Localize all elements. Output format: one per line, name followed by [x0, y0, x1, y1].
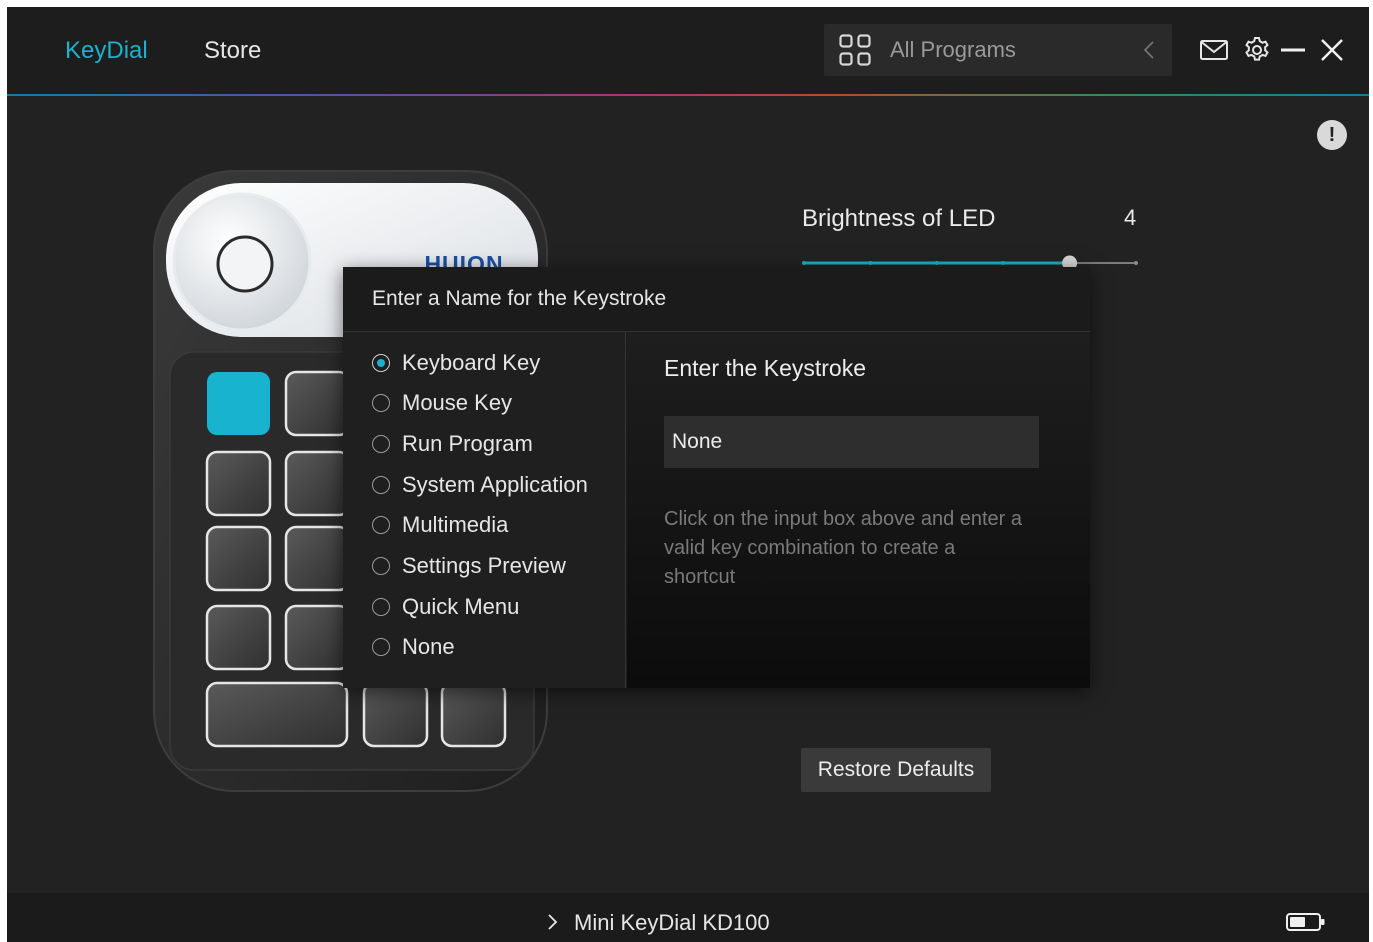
minimize-icon[interactable]	[1278, 35, 1308, 65]
radio-unchecked-icon	[372, 598, 390, 616]
radio-keyboard-key[interactable]: Keyboard Key	[372, 348, 540, 378]
radio-label: Run Program	[402, 431, 533, 456]
tab-store[interactable]: Store	[204, 35, 261, 67]
device-key	[205, 525, 272, 592]
footer-bar: Mini KeyDial KD100	[7, 893, 1369, 942]
tab-keydial[interactable]: KeyDial	[65, 35, 148, 67]
radio-unchecked-icon	[372, 638, 390, 656]
radio-settings-preview[interactable]: Settings Preview	[372, 551, 566, 581]
radio-unchecked-icon	[372, 435, 390, 453]
grid-icon	[839, 34, 871, 66]
slider-tick	[934, 261, 939, 265]
function-type-list: Keyboard Key Mouse Key Run Program Syste…	[343, 332, 626, 688]
brightness-label: Brightness of LED	[802, 205, 996, 232]
brightness-value: 4	[1124, 205, 1137, 230]
keystroke-dialog: Enter a Name for the Keystroke Keyboard …	[343, 267, 1090, 688]
radio-quick-menu[interactable]: Quick Menu	[372, 592, 519, 622]
battery-icon	[1286, 913, 1325, 931]
radio-multimedia[interactable]: Multimedia	[372, 510, 508, 540]
radio-none[interactable]: None	[372, 632, 455, 662]
dialog-title: Enter a Name for the Keystroke	[372, 287, 667, 310]
program-selector-label: All Programs	[890, 37, 1016, 62]
device-key	[284, 450, 351, 517]
device-key	[205, 604, 272, 671]
restore-defaults-button[interactable]: Restore Defaults	[801, 748, 991, 792]
keystroke-title: Enter the Keystroke	[664, 355, 866, 381]
radio-unchecked-icon	[372, 476, 390, 494]
radio-label: Quick Menu	[402, 594, 520, 619]
radio-mouse-key[interactable]: Mouse Key	[372, 388, 512, 418]
keystroke-hint: Click on the input box above and enter a…	[664, 508, 1023, 588]
device-name[interactable]: Mini KeyDial KD100	[574, 909, 770, 937]
device-key	[440, 681, 507, 748]
radio-unchecked-icon	[372, 516, 390, 534]
device-key	[284, 604, 351, 671]
device-key	[205, 450, 272, 517]
radio-label: None	[402, 634, 455, 659]
device-key-selected	[207, 372, 270, 435]
slider-tick	[1134, 261, 1138, 265]
device-key	[284, 370, 351, 437]
radio-unchecked-icon	[372, 394, 390, 412]
radio-run-program[interactable]: Run Program	[372, 429, 533, 459]
header-accent-line	[7, 94, 1369, 96]
radio-system-application[interactable]: System Application	[372, 470, 588, 500]
radio-label: Multimedia	[402, 512, 509, 537]
slider-tick	[1001, 261, 1006, 265]
mail-icon[interactable]	[1199, 35, 1229, 65]
slider-tick	[802, 261, 806, 265]
info-icon[interactable]: !	[1317, 120, 1347, 150]
device-key-wide	[205, 681, 349, 748]
device-key	[362, 681, 429, 748]
chevron-right-icon[interactable]	[546, 912, 558, 932]
chevron-left-icon[interactable]	[1142, 38, 1156, 62]
radio-label: Keyboard Key	[402, 350, 541, 375]
keystroke-input[interactable]	[664, 416, 1039, 468]
slider-tick	[868, 261, 873, 265]
radio-checked-icon	[372, 354, 390, 372]
radio-label: Settings Preview	[402, 553, 566, 578]
radio-unchecked-icon	[372, 557, 390, 575]
gear-icon[interactable]	[1242, 35, 1272, 65]
header-bar: KeyDial Store All Programs	[7, 7, 1369, 95]
close-icon[interactable]	[1317, 35, 1347, 65]
radio-label: System Application	[402, 472, 588, 497]
keystroke-panel: Enter the Keystroke Click on the input b…	[627, 332, 1090, 688]
radio-label: Mouse Key	[402, 390, 513, 415]
program-selector[interactable]: All Programs	[824, 24, 1172, 76]
app-window: KeyDial Store All Programs ! HUION Brigh…	[7, 7, 1369, 942]
device-key	[284, 525, 351, 592]
